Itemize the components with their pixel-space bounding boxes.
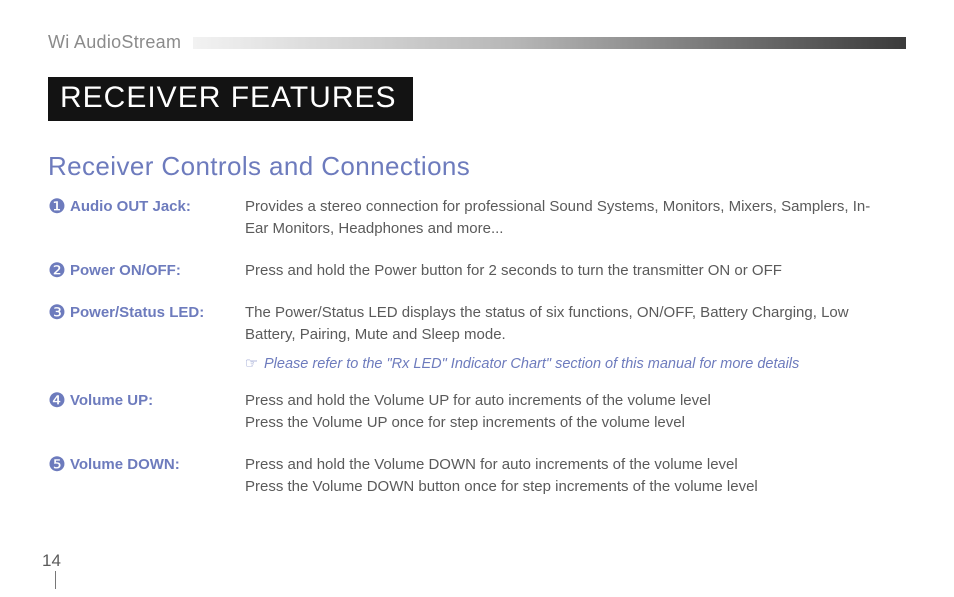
description-line: Press the Volume DOWN button once for st… <box>245 476 876 498</box>
list-item: ❷ Power ON/OFF: Press and hold the Power… <box>48 260 906 282</box>
note-text: Please refer to the "Rx LED" Indicator C… <box>264 356 799 372</box>
feature-description: Press and hold the Volume UP for auto in… <box>245 390 906 434</box>
circled-number-icon: ❹ <box>48 390 70 411</box>
circled-number-icon: ❸ <box>48 302 70 323</box>
running-head: Wi AudioStream <box>48 32 906 53</box>
feature-description: Press and hold the Volume DOWN for auto … <box>245 454 906 498</box>
feature-description: Provides a stereo connection for profess… <box>245 196 906 240</box>
feature-label: Power/Status LED: <box>70 302 245 324</box>
header-gradient-rule <box>193 37 906 49</box>
feature-description: Press and hold the Power button for 2 se… <box>245 260 906 282</box>
circled-number-icon: ❺ <box>48 454 70 475</box>
list-item: ❺ Volume DOWN: Press and hold the Volume… <box>48 454 906 498</box>
page: Wi AudioStream RECEIVER FEATURES Receive… <box>0 0 954 597</box>
description-line: Press and hold the Power button for 2 se… <box>245 260 876 282</box>
feature-label: Volume DOWN: <box>70 454 245 476</box>
description-line: Press the Volume UP once for step increm… <box>245 412 876 434</box>
list-item: ❶ Audio OUT Jack: Provides a stereo conn… <box>48 196 906 240</box>
circled-number-icon: ❷ <box>48 260 70 281</box>
note-row: ☞ Please refer to the "Rx LED" Indicator … <box>48 354 906 374</box>
description-line: Press and hold the Volume DOWN for auto … <box>245 454 876 476</box>
list-item: ❹ Volume UP: Press and hold the Volume U… <box>48 390 906 434</box>
feature-label: Power ON/OFF: <box>70 260 245 282</box>
description-line: Provides a stereo connection for profess… <box>245 196 876 240</box>
feature-list: ❶ Audio OUT Jack: Provides a stereo conn… <box>48 196 906 498</box>
running-head-text: Wi AudioStream <box>48 32 181 53</box>
page-number: 14 <box>42 551 61 571</box>
reference-note: ☞ Please refer to the "Rx LED" Indicator … <box>245 354 906 374</box>
circled-number-icon: ❶ <box>48 196 70 217</box>
section-title-banner: RECEIVER FEATURES <box>48 77 413 121</box>
description-line: Press and hold the Volume UP for auto in… <box>245 390 876 412</box>
feature-label: Volume UP: <box>70 390 245 412</box>
page-number-tick <box>55 571 56 589</box>
description-line: The Power/Status LED displays the status… <box>245 302 876 346</box>
list-item: ❸ Power/Status LED: The Power/Status LED… <box>48 302 906 346</box>
subheading: Receiver Controls and Connections <box>48 151 906 182</box>
feature-label: Audio OUT Jack: <box>70 196 245 218</box>
feature-description: The Power/Status LED displays the status… <box>245 302 906 346</box>
pointing-hand-icon: ☞ <box>245 354 258 374</box>
